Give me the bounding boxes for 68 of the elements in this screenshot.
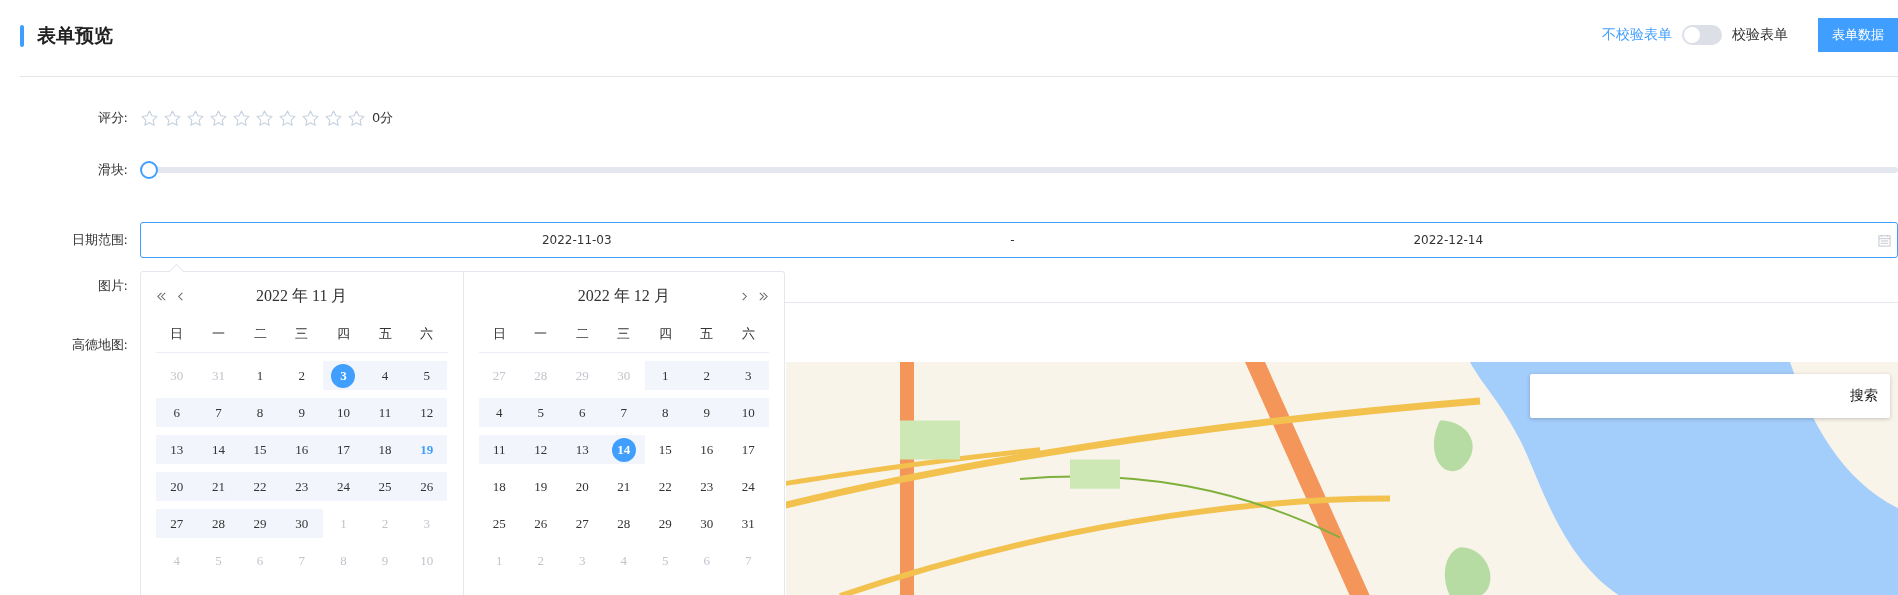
chevron-right-icon[interactable] [739, 290, 750, 302]
double-chevron-right-icon[interactable] [758, 290, 769, 302]
calendar-day[interactable]: 28 [611, 511, 636, 536]
calendar-day[interactable]: 16 [694, 437, 719, 462]
date-range-field[interactable]: 2022-11-03 - 2022-12-14 [140, 222, 1898, 258]
weekday-header: 五 [699, 325, 715, 343]
calendar-day[interactable]: 2 [289, 363, 314, 388]
field-label: 评分: [96, 109, 128, 127]
calendar-day[interactable]: 24 [736, 474, 761, 499]
star-icon[interactable] [140, 108, 159, 128]
field-label: 滑块: [96, 161, 128, 179]
calendar-day[interactable]: 30 [694, 511, 719, 536]
weekday-header: 日 [169, 325, 185, 343]
map-search-field[interactable]: 搜索 [1530, 374, 1890, 418]
star-icon[interactable] [209, 108, 228, 128]
star-icon[interactable] [255, 108, 274, 128]
calendar-day[interactable]: 27 [570, 511, 595, 536]
rating-score: 0分 [372, 109, 394, 127]
star-icon[interactable] [278, 108, 297, 128]
chevron-left-icon[interactable] [175, 290, 186, 302]
double-chevron-left-icon[interactable] [156, 290, 167, 302]
month-title: 2022 年 12 月 [576, 285, 671, 306]
calendar-day[interactable]: 18 [487, 474, 512, 499]
weekday-header: 六 [740, 325, 756, 343]
weekday-header: 一 [533, 325, 549, 343]
weekday-header: 五 [377, 325, 393, 343]
star-icon[interactable] [324, 108, 343, 128]
calendar-day[interactable]: 15 [653, 437, 678, 462]
weekday-header: 三 [294, 325, 310, 343]
star-icon[interactable] [186, 108, 205, 128]
search-button[interactable]: 搜索 [1838, 387, 1890, 405]
calendar-day[interactable]: 20 [570, 474, 595, 499]
calendar-day[interactable]: 23 [694, 474, 719, 499]
star-icon[interactable] [232, 108, 251, 128]
switch-off-label: 不校验表单 [1602, 26, 1672, 44]
star-icon[interactable] [347, 108, 366, 128]
field-label: 日期范围: [70, 231, 128, 249]
star-icon[interactable] [163, 108, 182, 128]
calendar-day[interactable]: 25 [487, 511, 512, 536]
page-title: 表单预览 [37, 24, 113, 48]
weekday-header: 一 [210, 325, 226, 343]
toggle-switch[interactable] [1682, 25, 1722, 45]
calendar-day[interactable]: 29 [653, 511, 678, 536]
calendar-day[interactable]: 26 [528, 511, 553, 536]
weekday-header: 三 [616, 325, 632, 343]
calendar-day[interactable]: 19 [528, 474, 553, 499]
weekday-header: 四 [335, 325, 351, 343]
calendar-day[interactable]: 31 [736, 511, 761, 536]
month-title: 2022 年 11 月 [255, 285, 349, 306]
range-separator: - [1009, 233, 1016, 247]
end-date: 2022-12-14 [1412, 233, 1485, 247]
weekday-header: 二 [574, 325, 590, 343]
calendar-day[interactable]: 1 [248, 363, 273, 388]
weekday-header: 六 [419, 325, 435, 343]
weekday-header: 二 [252, 325, 268, 343]
calendar-day[interactable]: 17 [736, 437, 761, 462]
calendar-icon [1878, 233, 1891, 247]
slider-thumb[interactable] [140, 161, 158, 179]
field-label: 高德地图: [70, 336, 128, 354]
start-date: 2022-11-03 [540, 233, 613, 247]
star-icon[interactable] [301, 108, 320, 128]
weekday-header: 四 [657, 325, 673, 343]
calendar-day[interactable]: 22 [653, 474, 678, 499]
weekday-header: 日 [491, 325, 507, 343]
switch-on-label: 校验表单 [1732, 26, 1788, 44]
field-label: 图片: [96, 276, 128, 295]
calendar-day[interactable]: 21 [611, 474, 636, 499]
accent-bar [20, 25, 24, 47]
